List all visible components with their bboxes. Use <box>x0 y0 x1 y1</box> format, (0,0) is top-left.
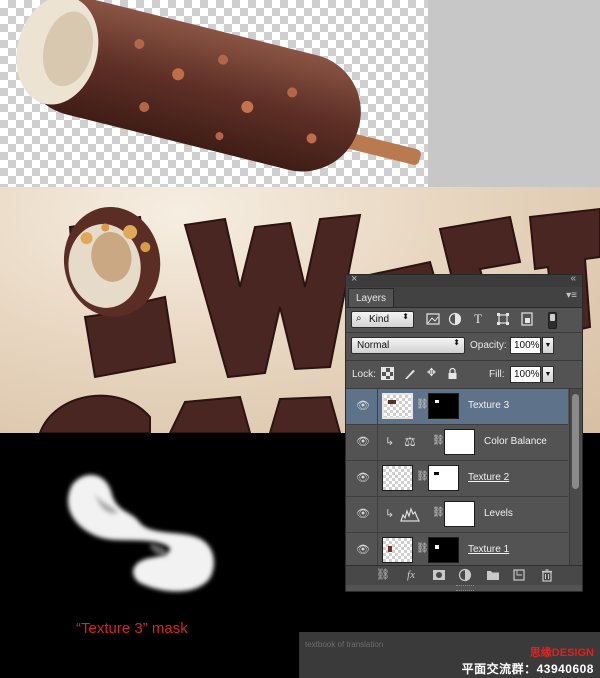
layer-mask-thumbnail[interactable] <box>428 537 459 563</box>
search-icon: ⌕ <box>356 313 362 324</box>
layer-filter-row: ⌕ Kind ⬍ T <box>346 309 582 331</box>
layers-list: 👁 ⛓ Texture 3 👁 ↳ ⚖ ⛓ Color Balance 👁 ⛓ … <box>346 389 568 569</box>
blend-mode-select[interactable]: Normal ⬍ <box>351 337 465 354</box>
layers-scrollbar[interactable] <box>569 389 581 565</box>
updown-arrow-icon: ⬍ <box>453 338 460 347</box>
lock-transparent-pixels-icon[interactable] <box>381 367 394 380</box>
add-layer-style-icon[interactable]: fx <box>404 568 418 582</box>
mask-link-icon[interactable]: ⛓ <box>416 471 429 485</box>
mask-link-icon[interactable]: ⛓ <box>432 435 445 449</box>
divider <box>377 389 378 424</box>
layer-thumbnail[interactable] <box>382 465 413 491</box>
mask-link-icon[interactable]: ⛓ <box>416 399 429 413</box>
layer-thumbnail[interactable] <box>382 537 413 563</box>
type-filter-icon[interactable]: T <box>471 312 485 326</box>
divider <box>377 497 378 532</box>
blend-mode-value: Normal <box>357 340 390 351</box>
tab-layers[interactable]: Layers <box>348 288 395 307</box>
lock-label: Lock: <box>352 369 376 380</box>
panel-menu-icon[interactable]: ▾≡ <box>566 290 577 301</box>
lock-row: Lock: ✥ Fill: 100% ▼ <box>346 364 582 386</box>
filter-toggle-knob <box>550 314 555 321</box>
layers-panel: × « Layers ▾≡ ⌕ Kind ⬍ T Normal ⬍ Opacit… <box>345 273 583 592</box>
fill-input[interactable]: 100% <box>510 366 541 383</box>
divider <box>377 425 378 460</box>
watermark-brand: 思缘DESIGN <box>529 647 594 659</box>
link-layers-icon[interactable]: ⛓ <box>376 568 390 582</box>
layer-row-levels[interactable]: 👁 ↳ ⛓ Levels <box>346 497 568 533</box>
layer-thumbnail[interactable] <box>382 393 413 419</box>
fill-label: Fill: <box>489 369 505 380</box>
layer-name[interactable]: Texture 1 <box>468 544 509 555</box>
divider <box>377 461 378 496</box>
layer-name[interactable]: Texture 3 <box>468 400 509 411</box>
layer-mask-thumbnail[interactable] <box>444 501 475 527</box>
visibility-eye-icon[interactable]: 👁 <box>354 435 372 449</box>
lock-image-pixels-icon[interactable] <box>403 367 416 380</box>
layer-mask-thumbnail[interactable] <box>444 429 475 455</box>
visibility-eye-icon[interactable]: 👁 <box>354 399 372 413</box>
scrollbar-thumb[interactable] <box>572 394 579 489</box>
smart-object-filter-icon[interactable] <box>520 312 534 326</box>
visibility-eye-icon[interactable]: 👁 <box>354 543 372 557</box>
blend-row: Normal ⬍ Opacity: 100% ▼ <box>346 335 582 357</box>
layer-row-texture-2[interactable]: 👁 ⛓ Texture 2 <box>346 461 568 497</box>
layer-name[interactable]: Texture 2 <box>468 472 509 483</box>
image-filter-icon[interactable] <box>426 312 440 326</box>
lock-all-icon[interactable] <box>446 367 459 380</box>
ice-cream-bar-image <box>16 0 421 172</box>
divider <box>346 360 582 361</box>
visibility-eye-icon[interactable]: 👁 <box>354 471 372 485</box>
layer-name[interactable]: Levels <box>484 508 513 519</box>
trash-delete-icon[interactable] <box>540 568 554 582</box>
clipping-arrow-icon: ↳ <box>385 508 395 520</box>
layer-name[interactable]: Color Balance <box>484 436 547 447</box>
filter-kind-select[interactable]: ⌕ Kind ⬍ <box>351 311 414 328</box>
new-adjustment-layer-icon[interactable] <box>458 568 472 582</box>
new-layer-icon[interactable] <box>512 568 526 582</box>
divider <box>377 533 378 568</box>
layer-row-texture-1[interactable]: 👁 ⛓ Texture 1 <box>346 533 568 569</box>
divider <box>346 332 582 333</box>
mask-link-icon[interactable]: ⛓ <box>416 543 429 557</box>
fill-dropdown-button[interactable]: ▼ <box>542 366 554 383</box>
mask-caption: “Texture 3” mask <box>76 620 188 637</box>
panel-bottom-toolbar: ⛓ fx <box>346 565 582 585</box>
color-balance-icon[interactable]: ⚖ <box>400 434 420 450</box>
layer-row-texture-3[interactable]: 👁 ⛓ Texture 3 <box>346 389 568 425</box>
updown-arrow-icon: ⬍ <box>402 312 409 321</box>
filter-toggle-switch[interactable] <box>548 312 557 329</box>
watermark-banner: textbook of translation 思缘DESIGN 平面交流群：4… <box>299 632 600 678</box>
opacity-dropdown-button[interactable]: ▼ <box>542 337 554 354</box>
layer-mask-thumbnail[interactable] <box>428 393 459 419</box>
layer-row-color-balance[interactable]: 👁 ↳ ⚖ ⛓ Color Balance <box>346 425 568 461</box>
watermark-subtitle: textbook of translation <box>305 640 384 649</box>
canvas-transparent-area <box>0 0 600 187</box>
panel-tabbar: Layers ▾≡ <box>346 287 582 308</box>
panel-resize-grip[interactable] <box>456 585 474 591</box>
mask-link-icon[interactable]: ⛓ <box>432 507 445 521</box>
visibility-eye-icon[interactable]: 👁 <box>354 507 372 521</box>
opacity-input[interactable]: 100% <box>510 337 541 354</box>
watermark-group: 平面交流群：43940608 <box>461 662 594 676</box>
filter-kind-label: Kind <box>369 314 390 325</box>
clipping-arrow-icon: ↳ <box>385 436 395 448</box>
close-panel-icon[interactable]: × <box>351 273 357 285</box>
layer-mask-thumbnail[interactable] <box>428 465 459 491</box>
adjustment-filter-icon[interactable] <box>448 312 462 326</box>
levels-histogram-icon[interactable] <box>400 506 420 522</box>
opacity-label: Opacity: <box>470 340 507 351</box>
new-group-folder-icon[interactable] <box>486 568 500 582</box>
shape-filter-icon[interactable] <box>496 312 510 326</box>
collapse-panel-icon[interactable]: « <box>570 273 576 284</box>
add-layer-mask-icon[interactable] <box>432 568 446 582</box>
lock-position-icon[interactable]: ✥ <box>425 367 438 380</box>
